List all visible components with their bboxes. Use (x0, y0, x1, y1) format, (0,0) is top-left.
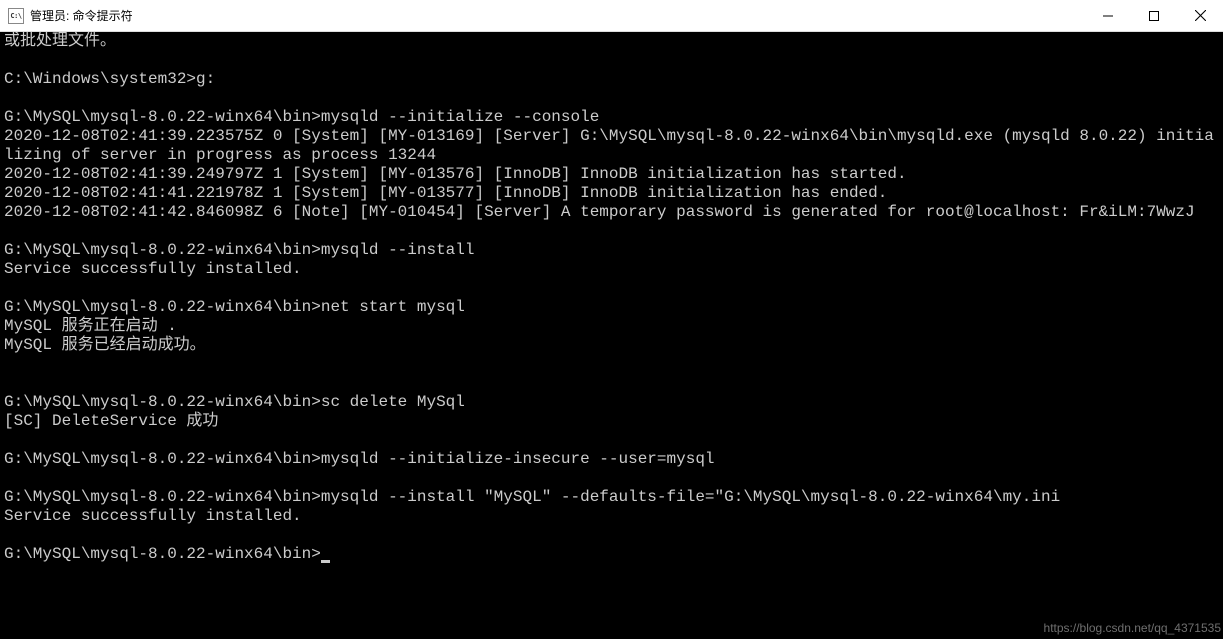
terminal-text: 或批处理文件。 C:\Windows\system32>g: G:\MySQL\… (4, 32, 1214, 525)
maximize-button[interactable] (1131, 0, 1177, 31)
window-controls (1085, 0, 1223, 31)
window-title: 管理员: 命令提示符 (30, 7, 1085, 24)
close-button[interactable] (1177, 0, 1223, 31)
terminal-cursor (321, 560, 330, 563)
minimize-button[interactable] (1085, 0, 1131, 31)
window-titlebar: C:\ 管理员: 命令提示符 (0, 0, 1223, 32)
watermark-text: https://blog.csdn.net/qq_4371535 (1044, 621, 1221, 635)
cmd-icon: C:\ (8, 8, 24, 24)
terminal-prompt: G:\MySQL\mysql-8.0.22-winx64\bin> (4, 545, 321, 563)
minimize-icon (1103, 11, 1113, 21)
maximize-icon (1149, 11, 1159, 21)
terminal-output[interactable]: 或批处理文件。 C:\Windows\system32>g: G:\MySQL\… (0, 32, 1223, 639)
close-icon (1195, 10, 1206, 21)
